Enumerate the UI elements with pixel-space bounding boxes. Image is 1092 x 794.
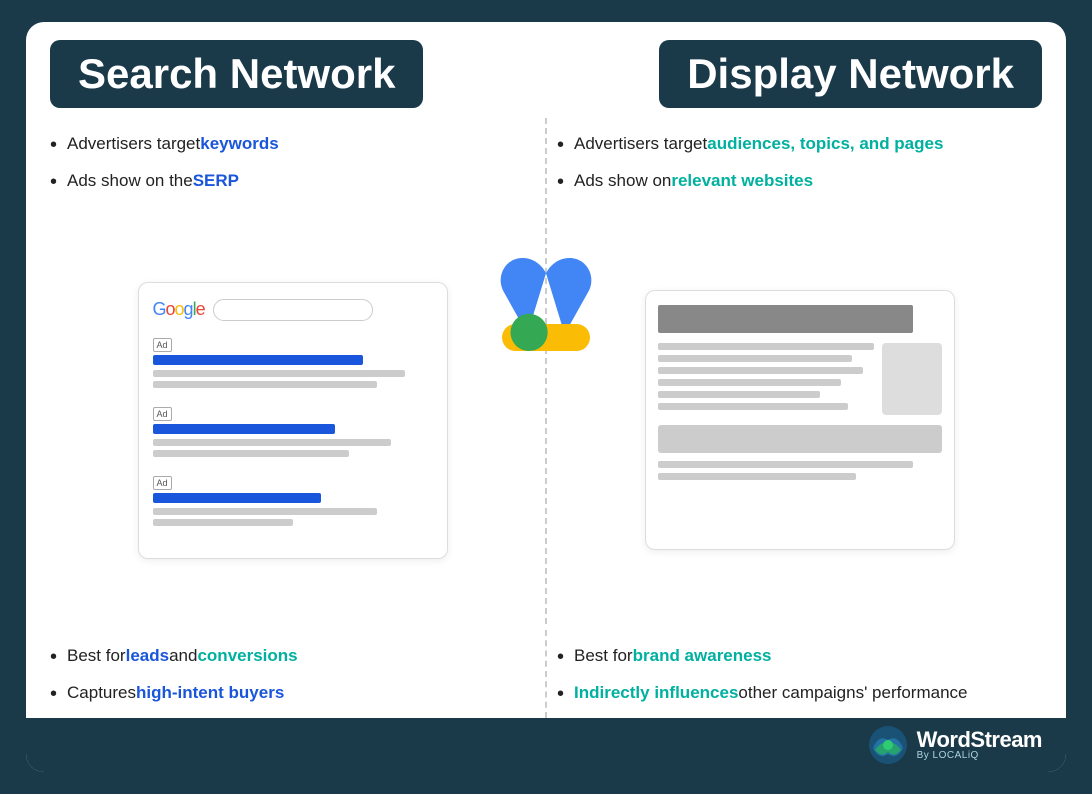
ad-line-3b [153, 519, 293, 526]
display-bottom-bullets: Best for brand awareness Indirectly infl… [557, 644, 1042, 708]
google-ads-icon [491, 250, 601, 360]
display-bullet-1: Advertisers target audiences, topics, an… [557, 132, 1042, 159]
google-ads-logo-wrap [491, 250, 601, 365]
indirectly-highlight: Indirectly influences [574, 681, 738, 705]
conversions-highlight: conversions [197, 644, 297, 668]
disp-line-3 [658, 367, 863, 374]
display-column: Advertisers target audiences, topics, an… [545, 118, 1042, 624]
ad-line-1b [153, 381, 377, 388]
display-mockup-area [557, 216, 1042, 624]
search-bullet-1: Advertisers target keywords [50, 132, 535, 159]
display-banner-ad [658, 425, 942, 453]
disp-line-5 [658, 391, 820, 398]
keyword-highlight: keywords [200, 132, 278, 156]
ad-label-2: Ad [153, 407, 172, 421]
ad-title-bar-3 [153, 493, 321, 503]
ad-result-2: Ad [153, 404, 433, 457]
ad-title-bar-2 [153, 424, 335, 434]
search-network-title: Search Network [78, 50, 395, 97]
search-bottom: Best for leads and conversions Captures … [50, 630, 545, 718]
ad-line-3a [153, 508, 377, 515]
brand-awareness-highlight: brand awareness [633, 644, 772, 668]
display-bottom-bullet-1: Best for brand awareness [557, 644, 1042, 671]
ad-result-3: Ad [153, 473, 433, 526]
google-logo: Google [153, 299, 205, 320]
websites-highlight: relevant websites [671, 169, 813, 193]
display-top-lines [658, 305, 942, 333]
display-header-bar-main [658, 305, 914, 333]
headers-row: Search Network Display Network [26, 22, 1066, 108]
search-mockup-area: Google Ad Ad [50, 216, 535, 624]
bottom-area: Best for leads and conversions Captures … [26, 624, 1066, 718]
display-bottom: Best for brand awareness Indirectly infl… [545, 630, 1042, 718]
disp-line-4 [658, 379, 842, 386]
ad-result-1: Ad [153, 335, 433, 388]
search-network-header: Search Network [50, 40, 423, 108]
display-bullet-2: Ads show on relevant websites [557, 169, 1042, 196]
high-intent-highlight: high-intent buyers [136, 681, 284, 705]
disp-line-6 [658, 403, 848, 410]
display-body [658, 343, 942, 415]
wordstream-text-group: WordStream By LOCALiQ [917, 729, 1042, 761]
wordstream-brand: WordStream [917, 729, 1042, 751]
ad-line-2b [153, 450, 349, 457]
ad-title-bar-1 [153, 355, 363, 365]
display-top-bullets: Advertisers target audiences, topics, an… [557, 132, 1042, 206]
wordstream-icon [869, 726, 907, 764]
ad-line-2a [153, 439, 391, 446]
disp-line-2 [658, 355, 852, 362]
search-bullet-2: Ads show on the SERP [50, 169, 535, 196]
search-bottom-bullet-2: Captures high-intent buyers [50, 681, 535, 708]
main-card: Search Network Display Network Advertise… [26, 22, 1066, 772]
wordstream-logo: WordStream By LOCALiQ [869, 726, 1042, 764]
disp-bottom-line-1 [658, 461, 914, 468]
display-ad-mockup [645, 290, 955, 550]
ad-label-1: Ad [153, 338, 172, 352]
display-text-lines [658, 343, 874, 415]
search-top-bullets: Advertisers target keywords Ads show on … [50, 132, 535, 206]
disp-line-1 [658, 343, 874, 350]
google-bar: Google [153, 299, 433, 321]
ad-line-1a [153, 370, 405, 377]
display-network-title: Display Network [687, 50, 1014, 97]
search-bottom-bullet-1: Best for leads and conversions [50, 644, 535, 671]
google-search-mockup: Google Ad Ad [138, 282, 448, 559]
google-search-bar [213, 299, 373, 321]
ad-label-3: Ad [153, 476, 172, 490]
search-column: Advertisers target keywords Ads show on … [50, 118, 545, 624]
search-bottom-bullets: Best for leads and conversions Captures … [50, 644, 535, 708]
disp-bottom-line-2 [658, 473, 857, 480]
footer: WordStream By LOCALiQ [26, 718, 1066, 772]
wordstream-sub: By LOCALiQ [917, 751, 1042, 761]
display-image-placeholder [882, 343, 942, 415]
display-bottom-bullet-2: Indirectly influences other campaigns' p… [557, 681, 1042, 708]
leads-highlight: leads [126, 644, 169, 668]
content-area: Advertisers target keywords Ads show on … [26, 108, 1066, 624]
serp-highlight: SERP [193, 169, 239, 193]
display-network-header: Display Network [659, 40, 1042, 108]
audiences-highlight: audiences, topics, and pages [707, 132, 943, 156]
